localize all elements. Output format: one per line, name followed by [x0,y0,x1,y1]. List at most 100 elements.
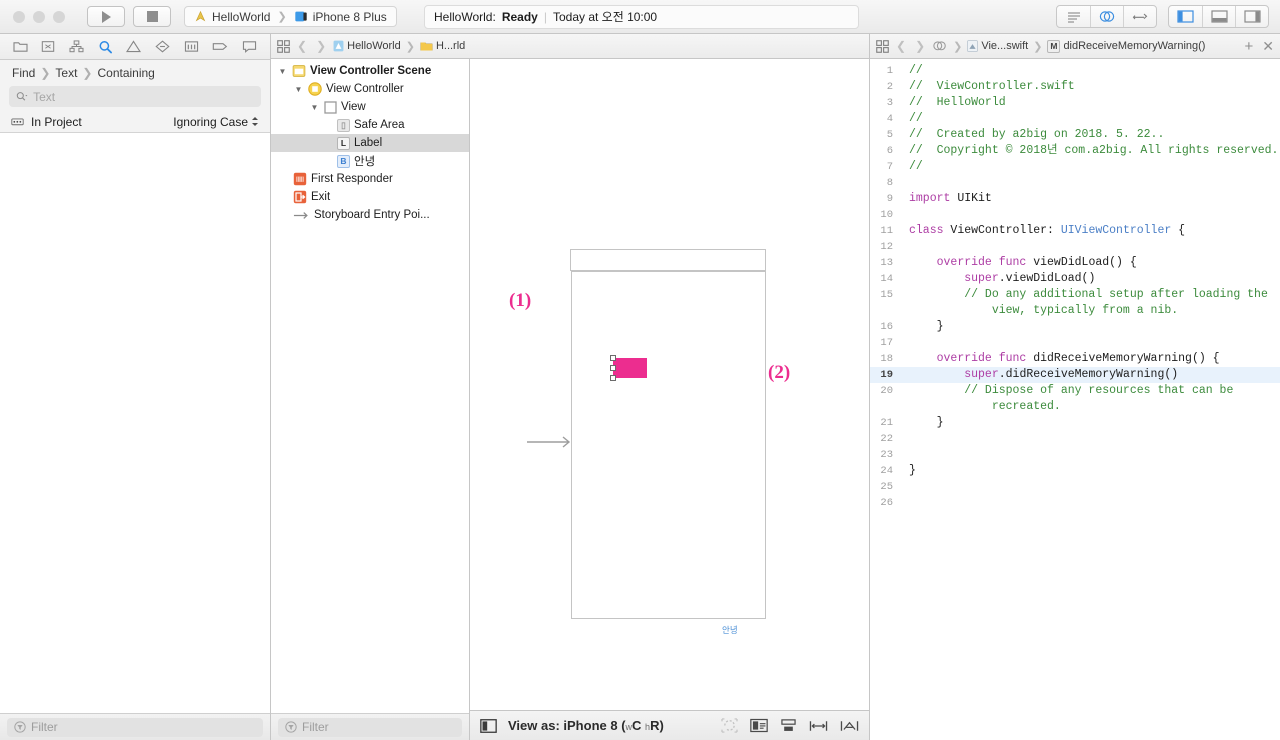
code-line[interactable]: 16 } [870,319,1280,335]
code-line[interactable]: 9 import UIKit [870,191,1280,207]
align-icon[interactable] [780,718,797,733]
assistant-editor-button[interactable] [1090,6,1123,27]
window-controls[interactable] [0,10,65,23]
pin-icon[interactable] [809,719,828,733]
editor-breadcrumb-file[interactable]: Vie...swift [967,40,1028,52]
outline-item-safe-area[interactable]: ▯ Safe Area [271,116,469,134]
outline-item-view[interactable]: ▼ View [271,98,469,116]
code-line[interactable]: 10 [870,207,1280,223]
embed-in-icon[interactable] [750,718,768,733]
stop-button[interactable] [133,6,171,27]
outline-item-label[interactable]: L Label [271,134,469,152]
editor-back-button[interactable]: ❮ [894,39,908,53]
code-line[interactable]: 6 // Copyright © 2018년 com.a2big. All rig… [870,143,1280,159]
code-line[interactable]: 5 // Created by a2big on 2018. 5. 22.. [870,127,1280,143]
code-line[interactable]: 25 [870,479,1280,495]
code-line[interactable]: 26 [870,495,1280,511]
find-search-input[interactable] [33,89,254,104]
outline-item-view-controller-scene[interactable]: ▼ View Controller Scene [271,62,469,80]
resize-handle[interactable] [610,365,616,371]
project-navigator-icon[interactable] [13,40,28,53]
storyboard-canvas[interactable]: 안녕 Connection [470,59,869,710]
breadcrumb-item-1[interactable]: H...rld [420,40,465,52]
back-button[interactable]: ❮ [295,39,309,53]
zoom-window-button[interactable] [53,10,65,23]
find-search-box[interactable] [9,86,261,107]
outline-item-storyboard-entry-point[interactable]: Storyboard Entry Poi... [271,206,469,224]
test-navigator-icon[interactable] [155,40,170,53]
toggle-utilities-button[interactable] [1235,6,1268,27]
outline-item-button[interactable]: B 안녕 [271,152,469,170]
code-line[interactable]: 24} [870,463,1280,479]
outline-item-view-controller[interactable]: ▼ View Controller [271,80,469,98]
editor-forward-button[interactable]: ❯ [913,39,927,53]
code-line[interactable]: view, typically from a nib. [870,303,1280,319]
disclosure-triangle-icon[interactable]: ▼ [309,103,320,112]
device-config-icon[interactable] [480,718,497,733]
forward-button[interactable]: ❯ [314,39,328,53]
code-line[interactable]: 15 // Do any additional setup after load… [870,287,1280,303]
close-editor-icon[interactable]: ✕ [1262,38,1274,55]
code-line[interactable]: 7 // [870,159,1280,175]
disclosure-triangle-icon[interactable]: ▼ [277,67,288,76]
breadcrumb-item-0[interactable]: HelloWorld [333,40,401,52]
editor-breadcrumb-method[interactable]: M didReceiveMemoryWarning() [1047,39,1205,53]
code-line[interactable]: 2 // ViewController.swift [870,79,1280,95]
resolve-issues-icon[interactable] [840,719,859,733]
selected-label-in-canvas[interactable] [613,358,647,378]
scene-top-bar[interactable] [570,249,766,271]
code-line[interactable]: 19 super.didReceiveMemoryWarning() [870,367,1280,383]
code-line[interactable]: recreated. [870,399,1280,415]
find-results-list[interactable] [0,133,270,713]
toggle-navigator-button[interactable] [1169,6,1202,27]
code-line[interactable]: 20 // Dispose of any resources that can … [870,383,1280,399]
add-editor-icon[interactable]: + [1245,38,1254,55]
resize-handle[interactable] [610,375,616,381]
version-editor-button[interactable] [1123,6,1156,27]
code-line[interactable]: 21 } [870,415,1280,431]
outline-filter-field[interactable]: Filter [278,717,462,737]
find-scope-in-project[interactable]: In Project [11,115,82,129]
run-button[interactable] [87,6,125,27]
find-case-option[interactable]: Ignoring Case [173,115,259,129]
code-line[interactable]: 8 [870,175,1280,191]
related-items-icon[interactable] [876,39,889,53]
navigator-filter-field[interactable]: Filter [7,717,263,737]
code-line[interactable]: 3 // HelloWorld [870,95,1280,111]
code-line[interactable]: 23 [870,447,1280,463]
breakpoint-navigator-icon[interactable] [212,40,228,53]
toggle-debug-area-button[interactable] [1202,6,1235,27]
code-line[interactable]: 13 override func viewDidLoad() { [870,255,1280,271]
minimize-window-button[interactable] [33,10,45,23]
code-line[interactable]: 17 [870,335,1280,351]
code-line[interactable]: 11 class ViewController: UIViewController… [870,223,1280,239]
debug-navigator-icon[interactable] [184,40,199,53]
issue-navigator-icon[interactable] [126,40,142,53]
code-line[interactable]: 14 super.viewDidLoad() [870,271,1280,287]
view-controller-scene-frame[interactable]: 안녕 [571,271,766,635]
related-items-icon[interactable] [277,39,290,53]
standard-editor-button[interactable] [1057,6,1090,27]
report-navigator-icon[interactable] [242,40,257,53]
code-editor[interactable]: 1 // 2 // ViewController.swift 3 // HelloWorl… [870,59,1280,740]
view-as-label[interactable]: View as: iPhone 8 (wC hR) [508,718,664,733]
code-line[interactable]: 12 [870,239,1280,255]
code-line[interactable]: 4 // [870,111,1280,127]
update-frames-icon[interactable] [721,718,738,733]
scheme-selector[interactable]: HelloWorld ❯ iPhone 8 Plus [184,6,397,27]
source-control-navigator-icon[interactable] [41,40,55,53]
code-line[interactable]: 1 // [870,63,1280,79]
find-navigator-icon[interactable] [98,40,113,54]
code-line[interactable]: 18 override func didReceiveMemoryWarning… [870,351,1280,367]
symbol-navigator-icon[interactable] [69,40,84,53]
outline-item-exit[interactable]: Exit [271,188,469,206]
assistant-editor-icon[interactable] [932,40,948,52]
find-scope-breadcrumb[interactable]: Find ❯ Text ❯ Containing [0,60,270,86]
outline-tree[interactable]: ▼ View Controller Scene ▼ View Controlle… [271,59,469,713]
code-line[interactable]: 22 [870,431,1280,447]
close-window-button[interactable] [13,10,25,23]
button-text[interactable]: 안녕 [722,624,738,636]
resize-handle[interactable] [610,355,616,361]
outline-item-first-responder[interactable]: First Responder [271,170,469,188]
disclosure-triangle-icon[interactable]: ▼ [293,85,304,94]
